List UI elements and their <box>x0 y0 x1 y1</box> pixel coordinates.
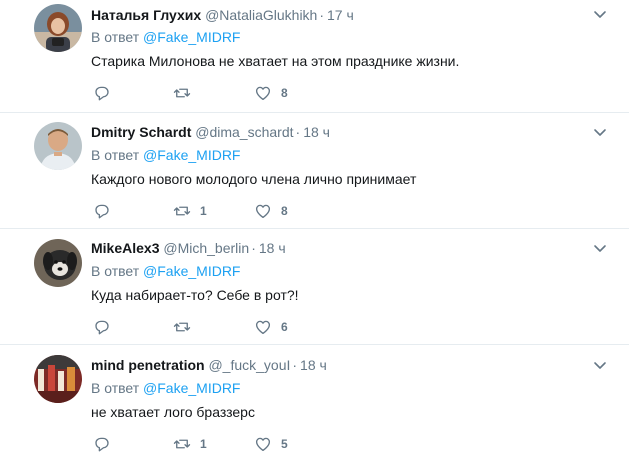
separator-dot: · <box>251 240 256 256</box>
like-button[interactable]: 8 <box>254 83 288 103</box>
avatar[interactable] <box>34 355 82 403</box>
display-name[interactable]: mind penetration <box>91 357 205 373</box>
timestamp[interactable]: 18 ч <box>259 240 286 256</box>
tweet[interactable]: MikeAlex3 @Mich_berlin · 18 ч В ответ @Fak… <box>0 229 629 345</box>
tweet[interactable]: Наталья Глухих @NataliaGlukhikh · 17 ч В о… <box>0 0 629 113</box>
chevron-down-icon[interactable] <box>593 126 607 140</box>
retweet-icon <box>173 322 191 332</box>
reply-prefix: В ответ <box>91 29 140 45</box>
tweet-header: Dmitry Schardt @dima_schardt · 18 ч <box>91 123 330 141</box>
reply-context: В ответ @Fake_MIDRF <box>91 262 240 280</box>
tweet-header: Наталья Глухих @NataliaGlukhikh · 17 ч <box>91 6 354 24</box>
reply-button[interactable] <box>93 434 111 454</box>
retweet-button[interactable] <box>173 317 200 337</box>
handle[interactable]: @NataliaGlukhikh <box>205 7 317 23</box>
avatar[interactable] <box>34 4 82 52</box>
reply-icon <box>95 320 109 335</box>
handle[interactable]: @Mich_berlin <box>163 240 249 256</box>
separator-dot: · <box>292 357 298 373</box>
retweet-icon <box>173 206 191 216</box>
heart-icon <box>255 320 271 335</box>
heart-icon <box>255 86 271 101</box>
tweet-actions: 1 5 <box>91 434 391 454</box>
timestamp[interactable]: 18 ч <box>303 124 330 140</box>
reply-to-link[interactable]: @Fake_MIDRF <box>143 380 240 396</box>
tweet-header: mind penetration @_fuck_youI · 18 ч <box>91 356 327 374</box>
reply-prefix: В ответ <box>91 263 140 279</box>
retweet-count: 1 <box>200 437 207 451</box>
timestamp[interactable]: 18 ч <box>300 357 327 373</box>
reply-prefix: В ответ <box>91 147 140 163</box>
tweet-text: Каждого нового молодого члена лично прин… <box>91 171 417 187</box>
handle[interactable]: @dima_schardt <box>195 124 293 140</box>
tweet-text: не хватает лого браззерс <box>91 404 255 420</box>
reply-context: В ответ @Fake_MIDRF <box>91 146 240 164</box>
tweet[interactable]: mind penetration @_fuck_youI · 18 ч В отве… <box>0 345 629 458</box>
avatar-photo <box>34 239 82 287</box>
replies-timeline: Наталья Глухих @NataliaGlukhikh · 17 ч В о… <box>0 0 629 458</box>
timestamp[interactable]: 17 ч <box>327 7 354 23</box>
tweet[interactable]: Dmitry Schardt @dima_schardt · 18 ч В отве… <box>0 113 629 229</box>
heart-icon <box>255 437 271 452</box>
display-name[interactable]: Dmitry Schardt <box>91 124 191 140</box>
like-count: 8 <box>281 204 288 218</box>
like-button[interactable]: 6 <box>254 317 288 337</box>
like-count: 5 <box>281 437 288 451</box>
separator-dot: · <box>295 124 301 140</box>
tweet-actions: 6 <box>91 317 391 337</box>
reply-context: В ответ @Fake_MIDRF <box>91 379 240 397</box>
avatar[interactable] <box>34 239 82 287</box>
like-count: 6 <box>281 320 288 334</box>
display-name[interactable]: MikeAlex3 <box>91 240 159 256</box>
display-name[interactable]: Наталья Глухих <box>91 7 201 23</box>
avatar[interactable] <box>34 122 82 170</box>
retweet-count: 1 <box>200 204 207 218</box>
retweet-button[interactable]: 1 <box>173 434 207 454</box>
reply-button[interactable] <box>93 201 111 221</box>
tweet-header: MikeAlex3 @Mich_berlin · 18 ч <box>91 239 286 257</box>
retweet-button[interactable]: 1 <box>173 201 207 221</box>
like-count: 8 <box>281 86 288 100</box>
reply-icon <box>95 437 109 452</box>
reply-to-link[interactable]: @Fake_MIDRF <box>143 147 240 163</box>
like-button[interactable]: 5 <box>254 434 288 454</box>
reply-button[interactable] <box>93 317 111 337</box>
reply-to-link[interactable]: @Fake_MIDRF <box>143 263 240 279</box>
tweet-text: Старика Милонова не хватает на этом праз… <box>91 53 460 69</box>
reply-to-link[interactable]: @Fake_MIDRF <box>143 29 240 45</box>
avatar-photo <box>34 122 82 170</box>
reply-icon <box>95 86 109 101</box>
reply-prefix: В ответ <box>91 380 140 396</box>
avatar-photo <box>34 4 82 52</box>
reply-button[interactable] <box>93 83 111 103</box>
like-button[interactable]: 8 <box>254 201 288 221</box>
heart-icon <box>255 204 271 219</box>
reply-icon <box>95 204 109 219</box>
retweet-icon <box>173 88 191 98</box>
chevron-down-icon[interactable] <box>593 8 607 22</box>
tweet-text: Куда набирает-то? Себе в рот?! <box>91 287 299 303</box>
retweet-icon <box>173 439 191 449</box>
chevron-down-icon[interactable] <box>593 242 607 256</box>
chevron-down-icon[interactable] <box>593 359 607 373</box>
tweet-actions: 1 8 <box>91 201 391 221</box>
retweet-button[interactable] <box>173 83 200 103</box>
separator-dot: · <box>319 7 325 23</box>
reply-context: В ответ @Fake_MIDRF <box>91 28 240 46</box>
avatar-photo <box>34 355 82 403</box>
handle[interactable]: @_fuck_youI <box>208 357 290 373</box>
tweet-actions: 8 <box>91 83 391 103</box>
